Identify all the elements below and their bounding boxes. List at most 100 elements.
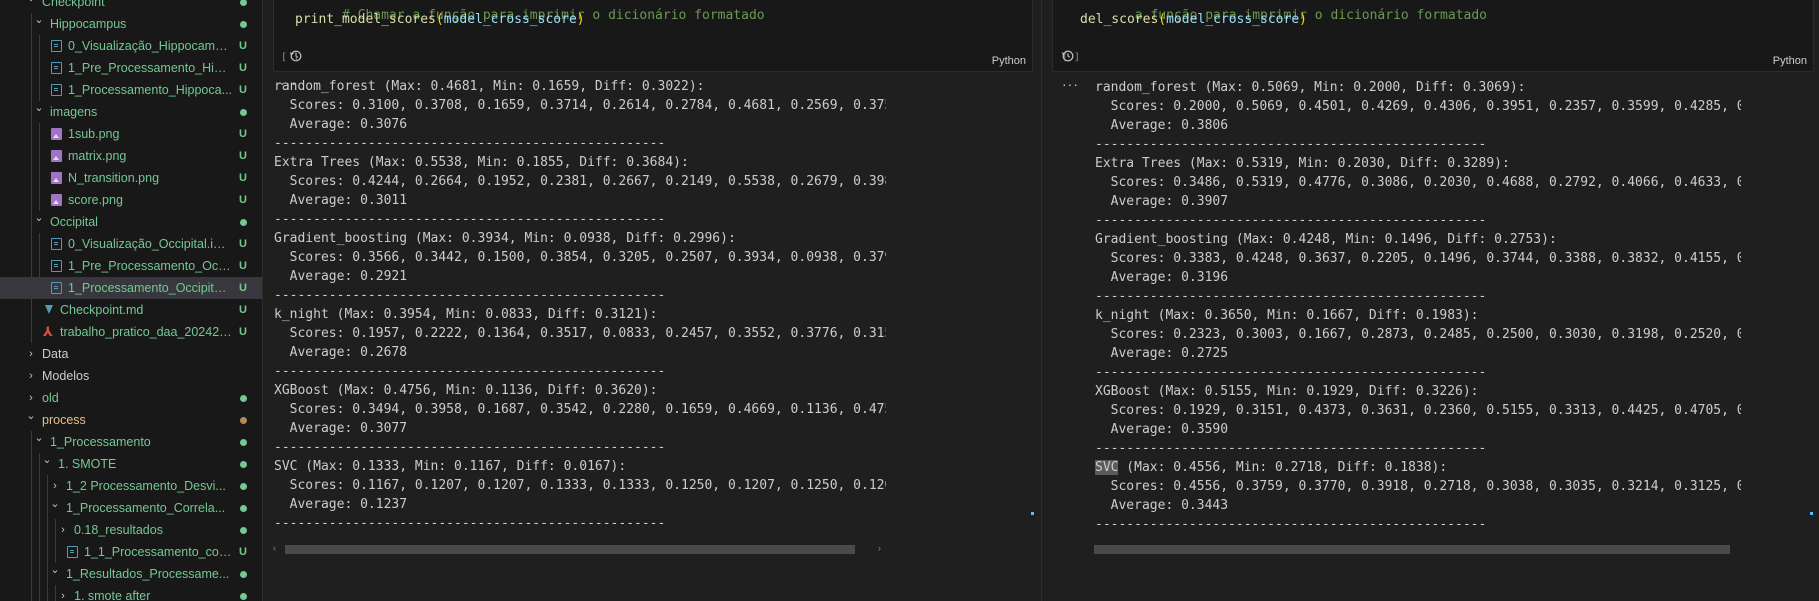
indent-guide bbox=[39, 57, 40, 79]
tree-item-label: 1sub.png bbox=[68, 127, 120, 141]
chevron-down-icon[interactable]: ⌄ bbox=[24, 405, 38, 427]
tree-folder[interactable]: ⌄ imagens bbox=[0, 101, 262, 123]
output-horizontal-scrollbar[interactable] bbox=[1094, 544, 1740, 554]
output-line: Scores: 0.3383, 0.4248, 0.3637, 0.2205, … bbox=[1095, 249, 1741, 268]
git-status-dot bbox=[240, 483, 247, 490]
indent-guide bbox=[39, 563, 40, 585]
pdf-file-icon bbox=[43, 321, 54, 343]
chevron-down-icon[interactable]: ⌄ bbox=[48, 559, 62, 581]
chevron-down-icon[interactable]: ⌄ bbox=[24, 0, 38, 9]
output-text: (Max: 0.4556, Min: 0.2718, Diff: 0.1838)… bbox=[1118, 460, 1448, 475]
tree-folder[interactable]: ⌄ Occipital bbox=[0, 211, 262, 233]
chevron-down-icon[interactable]: ⌄ bbox=[32, 427, 46, 449]
cell-language[interactable]: Python bbox=[1773, 55, 1807, 67]
indent-guide bbox=[39, 167, 40, 189]
chevron-right-icon[interactable]: › bbox=[24, 365, 38, 387]
indent-guide bbox=[31, 145, 32, 167]
scroll-left-icon[interactable]: ‹ bbox=[273, 543, 276, 553]
scrollbar-thumb[interactable] bbox=[285, 545, 855, 554]
code-line-call: del_scores(model_cross_score) bbox=[1080, 12, 1307, 27]
output-text: Gradient_boosting (Max: 0.4248, Min: 0.1… bbox=[1095, 232, 1557, 247]
output-text: ----------------------------------------… bbox=[274, 288, 666, 303]
code-function: del_scores bbox=[1080, 12, 1159, 27]
indent-guide bbox=[39, 497, 40, 519]
scroll-right-icon[interactable]: › bbox=[878, 543, 881, 553]
tree-folder[interactable]: › Modelos bbox=[0, 365, 262, 387]
output-line: k_night (Max: 0.3954, Min: 0.0833, Diff:… bbox=[274, 305, 886, 324]
tree-item-label: 0_Visualização_Occipital.ipynb bbox=[68, 237, 232, 251]
chevron-down-icon[interactable]: ⌄ bbox=[32, 9, 46, 31]
output-text: ----------------------------------------… bbox=[274, 364, 666, 379]
chevron-right-icon[interactable]: › bbox=[56, 519, 70, 541]
output-line: ----------------------------------------… bbox=[1095, 287, 1741, 306]
git-untracked-badge: U bbox=[239, 150, 247, 162]
output-line: Average: 0.1237 bbox=[274, 495, 886, 514]
output-line: Average: 0.3443 bbox=[1095, 496, 1741, 515]
chevron-down-icon[interactable]: ⌄ bbox=[32, 207, 46, 229]
tree-item-label: imagens bbox=[50, 105, 98, 119]
output-text: XGBoost (Max: 0.4756, Min: 0.1136, Diff:… bbox=[274, 383, 658, 398]
output-text: Scores: 0.2000, 0.5069, 0.4501, 0.4269, … bbox=[1095, 99, 1741, 114]
git-status-dot bbox=[240, 439, 247, 446]
indent-guide bbox=[31, 35, 32, 57]
output-text: random_forest (Max: 0.4681, Min: 0.1659,… bbox=[274, 79, 705, 94]
indent-guide bbox=[31, 475, 32, 497]
tree-file[interactable]: Checkpoint.md U bbox=[0, 299, 262, 321]
output-line: ----------------------------------------… bbox=[1095, 363, 1741, 382]
ipynb-file-icon bbox=[51, 238, 62, 250]
indent-guide bbox=[39, 541, 40, 563]
output-line: Average: 0.3907 bbox=[1095, 192, 1741, 211]
output-text: Average: 0.3806 bbox=[1095, 118, 1229, 133]
output-text: ----------------------------------------… bbox=[1095, 441, 1487, 456]
chevron-down-icon[interactable]: ⌄ bbox=[48, 493, 62, 515]
tree-item-label: trabalho_pratico_daa_202420... bbox=[60, 325, 232, 339]
output-line: Extra Trees (Max: 0.5319, Min: 0.2030, D… bbox=[1095, 154, 1741, 173]
indent-guide bbox=[31, 585, 32, 601]
output-line: random_forest (Max: 0.4681, Min: 0.1659,… bbox=[274, 77, 886, 96]
tree-item-label: matrix.png bbox=[68, 149, 127, 163]
git-untracked-badge: U bbox=[239, 194, 247, 206]
code-cell[interactable]: a função para imprimir o dicionário form… bbox=[1052, 0, 1814, 72]
indent-guide bbox=[55, 585, 56, 601]
indent-guide bbox=[31, 453, 32, 475]
scrollbar-thumb[interactable] bbox=[1094, 545, 1730, 554]
indent-guide bbox=[39, 35, 40, 57]
output-text: Scores: 0.1167, 0.1207, 0.1207, 0.1333, … bbox=[274, 478, 886, 493]
cell-language[interactable]: Python bbox=[992, 55, 1026, 67]
indent-guide bbox=[39, 453, 40, 475]
output-text: Average: 0.3196 bbox=[1095, 270, 1229, 285]
output-more-icon[interactable]: ··· bbox=[1062, 76, 1079, 92]
code-cell[interactable]: # Chamar a função para imprimir o dicion… bbox=[273, 0, 1033, 72]
tree-folder[interactable]: ⌄ Hippocampus bbox=[0, 13, 262, 35]
output-text: Average: 0.3590 bbox=[1095, 422, 1229, 437]
chevron-right-icon[interactable]: › bbox=[24, 343, 38, 365]
output-text: Average: 0.3077 bbox=[274, 421, 408, 436]
tree-folder[interactable]: › old bbox=[0, 387, 262, 409]
output-line: ----------------------------------------… bbox=[1095, 439, 1741, 458]
tree-file[interactable]: trabalho_pratico_daa_202420... U bbox=[0, 321, 262, 343]
ipynb-file-icon bbox=[67, 546, 78, 558]
ipynb-file-icon bbox=[51, 84, 62, 96]
output-line: Average: 0.2725 bbox=[1095, 344, 1741, 363]
indent-guide bbox=[31, 541, 32, 563]
git-status-dot bbox=[240, 0, 247, 6]
ipynb-file-icon bbox=[51, 260, 62, 272]
output-line: XGBoost (Max: 0.4756, Min: 0.1136, Diff:… bbox=[274, 381, 886, 400]
output-text: Extra Trees (Max: 0.5538, Min: 0.1855, D… bbox=[274, 155, 689, 170]
indent-guide bbox=[47, 519, 48, 541]
output-line: Scores: 0.1929, 0.3151, 0.4373, 0.3631, … bbox=[1095, 401, 1741, 420]
chevron-right-icon[interactable]: › bbox=[56, 585, 70, 601]
indent-guide bbox=[31, 519, 32, 541]
output-line: Average: 0.3806 bbox=[1095, 116, 1741, 135]
chevron-down-icon[interactable]: ⌄ bbox=[32, 97, 46, 119]
git-untracked-badge: U bbox=[239, 40, 247, 52]
tree-folder[interactable]: › Data bbox=[0, 343, 262, 365]
output-horizontal-scrollbar[interactable]: ‹ › bbox=[273, 543, 881, 554]
tree-item-label: 1_Resultados_Processame... bbox=[66, 567, 230, 581]
output-line: ----------------------------------------… bbox=[274, 438, 886, 457]
indent-guide bbox=[31, 211, 32, 233]
output-text: Average: 0.3443 bbox=[1095, 498, 1229, 513]
output-line: ----------------------------------------… bbox=[274, 210, 886, 229]
ipynb-file-icon bbox=[51, 282, 62, 294]
chevron-down-icon[interactable]: ⌄ bbox=[40, 449, 54, 471]
